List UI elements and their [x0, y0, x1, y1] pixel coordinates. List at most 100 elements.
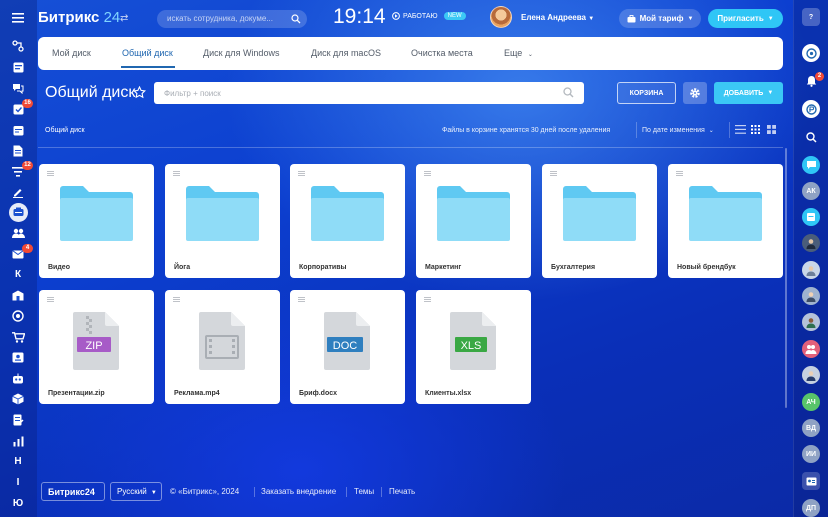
card-menu-icon[interactable] [550, 171, 557, 176]
card-menu-icon[interactable] [47, 171, 54, 176]
tab-more[interactable]: Еще ⌄ [504, 48, 533, 58]
file-card[interactable]: Реклама.mp4 [165, 290, 280, 404]
card-menu-icon[interactable] [424, 171, 431, 176]
contact-avatar-photo-5[interactable] [802, 366, 820, 384]
tab-my-disk[interactable]: Мой диск [52, 48, 91, 58]
themes-link[interactable]: Темы [354, 487, 374, 496]
contact-avatar-photo-3[interactable] [802, 287, 820, 305]
scrollbar[interactable] [785, 148, 787, 408]
sidebar-letter-i[interactable]: I [9, 473, 27, 491]
breadcrumb[interactable]: Общий диск [45, 127, 85, 134]
card-menu-icon[interactable] [298, 171, 305, 176]
file-card[interactable]: ZIP Презентации.zip [39, 290, 154, 404]
notification-badge: 2 [815, 72, 824, 81]
chevron-down-icon: ▼ [588, 16, 595, 22]
settings-button[interactable] [683, 82, 707, 104]
menu-icon[interactable] [9, 9, 27, 27]
grid-view-icon[interactable] [751, 125, 760, 134]
card-menu-icon[interactable] [173, 297, 180, 302]
zip-file-icon: ZIP [73, 312, 119, 370]
print-link[interactable]: Печать [389, 487, 415, 496]
messenger-icon[interactable] [802, 156, 820, 174]
tab-shared-disk[interactable]: Общий диск [122, 48, 173, 58]
contact-avatar-photo-4[interactable] [802, 313, 820, 331]
card-menu-icon[interactable] [173, 171, 180, 176]
news-icon[interactable] [9, 58, 27, 76]
employees-icon[interactable] [9, 224, 27, 242]
tab-disk-macos[interactable]: Диск для macOS [311, 48, 381, 58]
filter-placeholder: Фильтр + поиск [164, 89, 221, 98]
contact-center-icon[interactable] [9, 348, 27, 366]
search-icon[interactable] [802, 128, 820, 146]
contact-avatar-dp[interactable]: ДП [802, 499, 820, 517]
file-card[interactable]: XLS Клиенты.xlsx [416, 290, 531, 404]
sidebar-letter-k[interactable]: К [9, 265, 27, 283]
contact-avatar-photo-1[interactable] [802, 234, 820, 252]
search-icon[interactable] [291, 14, 301, 24]
tab-more-label: Еще [504, 48, 523, 58]
list-view-icon[interactable] [735, 125, 746, 134]
sign-icon[interactable] [9, 183, 27, 201]
chat-icon[interactable] [9, 79, 27, 97]
footer-logo[interactable]: Битрикс24 [41, 482, 105, 501]
marketing-target-icon[interactable] [9, 307, 27, 325]
contact-avatar-ii[interactable]: ИИ [802, 445, 820, 463]
search-icon[interactable] [563, 87, 574, 98]
work-status-button[interactable]: РАБОТАЮ NEW [392, 12, 466, 20]
documents-icon[interactable] [9, 142, 27, 160]
tariff-button[interactable]: Мой тариф ▼ [619, 9, 701, 28]
activity-icon[interactable] [9, 37, 27, 55]
global-search-input[interactable]: искать сотрудника, докуме... [157, 10, 307, 28]
divider [38, 147, 783, 148]
folder-card[interactable]: Видео [39, 164, 154, 278]
currency-icon[interactable] [802, 100, 820, 118]
file-card[interactable]: DOC Бриф.docx [290, 290, 405, 404]
sidebar-letter-yu[interactable]: Ю [9, 494, 27, 512]
calendar-icon[interactable] [9, 121, 27, 139]
right-sidebar: ? 2 АК АЧ ВД ИИ ДП [793, 0, 828, 517]
folder-card[interactable]: Новый брендбук [668, 164, 783, 278]
order-implementation-link[interactable]: Заказать внедрение [261, 487, 336, 496]
card-menu-icon[interactable] [47, 297, 54, 302]
clock[interactable]: 19:14 [333, 5, 386, 29]
robot-icon[interactable] [9, 369, 27, 387]
sidebar-letter-n[interactable]: Н [9, 452, 27, 470]
card-menu-icon[interactable] [298, 297, 305, 302]
folder-card[interactable]: Маркетинг [416, 164, 531, 278]
filter-search-input[interactable]: Фильтр + поиск [154, 82, 584, 104]
inventory-box-icon[interactable] [9, 390, 27, 408]
svg-text:DOC: DOC [333, 340, 358, 352]
drive-icon[interactable] [9, 203, 27, 221]
group-avatar-pink[interactable] [802, 340, 820, 358]
analytics-icon[interactable] [9, 432, 27, 450]
shop-cart-icon[interactable] [9, 328, 27, 346]
language-select[interactable]: Русский ▼ [110, 482, 162, 501]
user-menu[interactable]: Елена Андреева ▼ [521, 13, 594, 22]
card-menu-icon[interactable] [424, 297, 431, 302]
card-menu-icon[interactable] [676, 171, 683, 176]
copilot-icon[interactable] [802, 44, 820, 62]
user-avatar[interactable] [490, 6, 512, 28]
tab-cleanup[interactable]: Очистка места [411, 48, 473, 58]
folder-card[interactable]: Йога [165, 164, 280, 278]
folder-card[interactable]: Корпоративы [290, 164, 405, 278]
add-button[interactable]: ДОБАВИТЬ ▼ [714, 82, 783, 104]
tab-disk-windows[interactable]: Диск для Windows [203, 48, 279, 58]
contact-avatar-ach[interactable]: АЧ [802, 393, 820, 411]
folder-card[interactable]: Бухгалтерия [542, 164, 657, 278]
checklist-icon[interactable] [9, 411, 27, 429]
trash-button[interactable]: КОРЗИНА [617, 82, 676, 104]
help-icon[interactable]: ? [802, 8, 820, 26]
contact-avatar-photo-2[interactable] [802, 261, 820, 279]
sort-dropdown[interactable]: По дате изменения ⌄ [642, 127, 714, 134]
app-logo[interactable]: Битрикс 24 [38, 9, 120, 26]
contact-avatar-ak[interactable]: АК [802, 182, 820, 200]
favorite-star-icon[interactable] [133, 86, 146, 99]
company-icon[interactable] [9, 286, 27, 304]
invite-button[interactable]: Пригласить ▼ [708, 9, 783, 28]
contact-card-icon[interactable] [802, 472, 820, 490]
large-tiles-view-icon[interactable] [767, 125, 776, 134]
group-chat-avatar[interactable] [802, 208, 820, 226]
contact-avatar-vd[interactable]: ВД [802, 419, 820, 437]
swap-icon[interactable]: ⇄ [120, 13, 128, 24]
